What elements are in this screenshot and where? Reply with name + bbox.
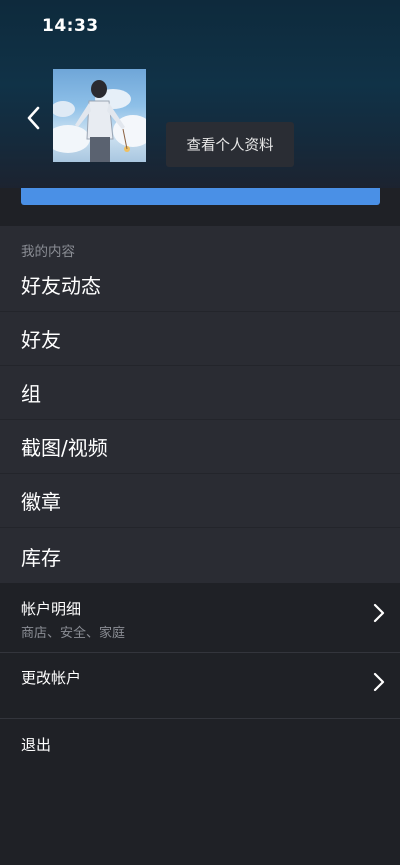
section-title: 我的内容 [21, 244, 75, 260]
account-details-subtitle: 商店、安全、家庭 [21, 626, 126, 641]
change-account-item[interactable]: 更改帐户 [0, 653, 400, 718]
chevron-right-icon [373, 672, 385, 692]
logout-button[interactable]: 退出 [21, 734, 51, 755]
change-account-title: 更改帐户 [21, 669, 82, 687]
account-details-title: 帐户明细 [21, 600, 82, 618]
menu-item-friends[interactable]: 好友 [0, 312, 400, 366]
view-profile-button[interactable]: 查看个人资料 [166, 122, 294, 167]
menu-item-groups[interactable]: 组 [0, 366, 400, 420]
menu-item-badges[interactable]: 徽章 [0, 474, 400, 528]
account-details-item[interactable]: 帐户明细 商店、安全、家庭 [0, 584, 400, 652]
avatar[interactable] [53, 69, 146, 162]
menu-item-friend-activity[interactable]: 好友动态 [0, 258, 400, 312]
menu-item-inventory[interactable]: 库存 [0, 529, 400, 583]
chevron-right-icon [373, 603, 385, 623]
primary-action-bar[interactable] [21, 188, 380, 205]
chevron-left-icon [27, 106, 40, 130]
divider [0, 718, 400, 719]
back-button[interactable] [18, 100, 48, 136]
profile-header: 14:33 查看个人资料 [0, 0, 400, 188]
menu-item-screenshots-videos[interactable]: 截图/视频 [0, 420, 400, 474]
status-bar-time: 14:33 [42, 16, 99, 36]
avatar-image [53, 80, 146, 162]
